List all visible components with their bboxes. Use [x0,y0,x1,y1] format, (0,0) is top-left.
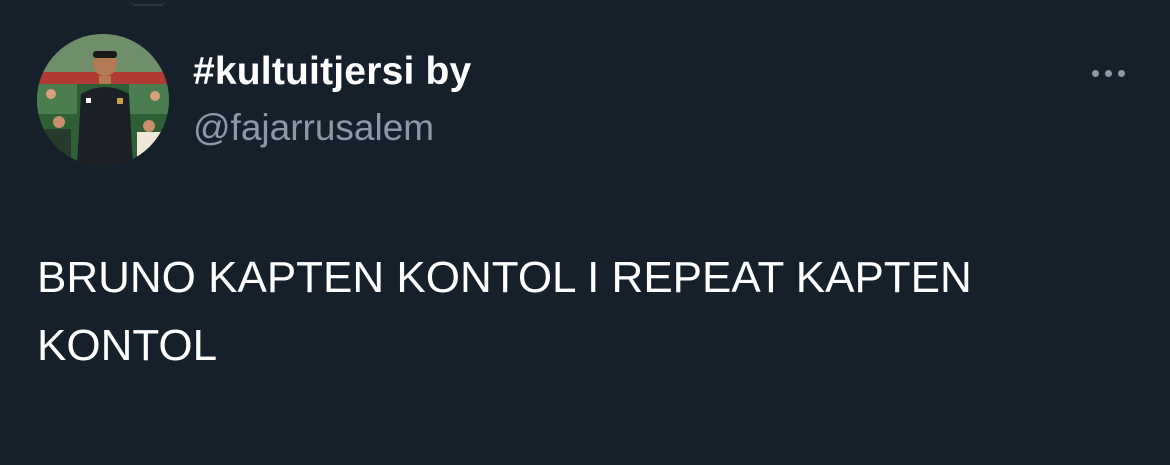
previous-tweet-edge [130,0,166,6]
author-handle[interactable]: @fajarrusalem [193,107,434,149]
more-icon-dot [1104,69,1112,77]
author-display-name[interactable]: #kultuitjersi by [193,50,471,94]
avatar-photo-icon [37,34,169,166]
tweet-card[interactable]: #kultuitjersi by @fajarrusalem BRUNO KAP… [0,0,1170,465]
more-icon-dot [1091,69,1099,77]
author-avatar[interactable] [37,34,169,166]
more-icon-dot [1117,69,1125,77]
tweet-text: BRUNO KAPTEN KONTOL I REPEAT KAPTEN KONT… [37,253,972,370]
more-options-button[interactable] [1080,56,1136,90]
